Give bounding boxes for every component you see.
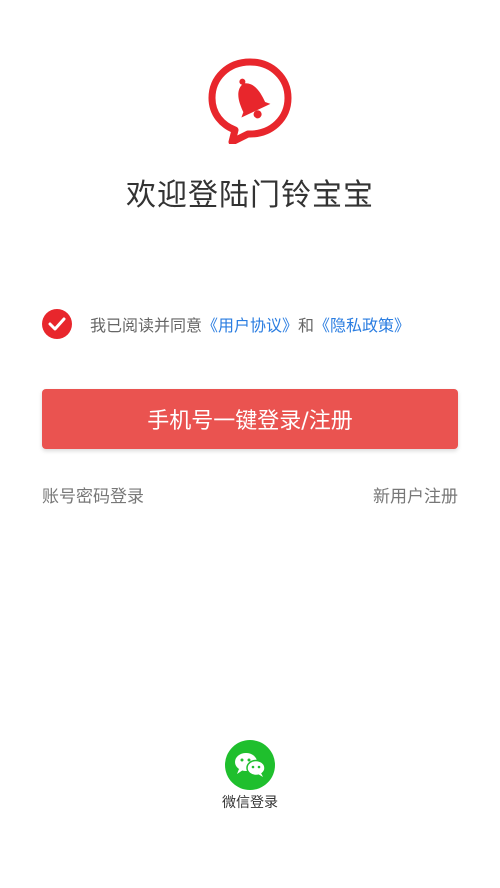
new-user-register-link[interactable]: 新用户注册 <box>373 482 458 507</box>
wechat-login-button[interactable]: 微信登录 <box>200 740 300 812</box>
app-logo <box>208 58 292 146</box>
page-title: 欢迎登陆门铃宝宝 <box>126 178 374 213</box>
wechat-icon[interactable] <box>225 740 275 790</box>
checkmark-icon <box>48 317 66 331</box>
phone-quick-login-button[interactable]: 手机号一键登录/注册 <box>42 389 458 449</box>
agreement-checkbox[interactable] <box>42 309 72 339</box>
wechat-login-label: 微信登录 <box>222 795 278 811</box>
privacy-policy-link[interactable]: 《隐私政策》 <box>314 316 410 335</box>
user-agreement-link[interactable]: 《用户协议》 <box>202 316 298 335</box>
agreement-conjunction: 和 <box>298 316 315 335</box>
agreement-row: 我已阅读并同意《用户协议》和《隐私政策》 <box>42 308 410 340</box>
account-password-login-link[interactable]: 账号密码登录 <box>42 482 144 507</box>
agreement-prefix: 我已阅读并同意 <box>90 316 203 335</box>
agreement-text: 我已阅读并同意《用户协议》和《隐私政策》 <box>90 312 410 336</box>
